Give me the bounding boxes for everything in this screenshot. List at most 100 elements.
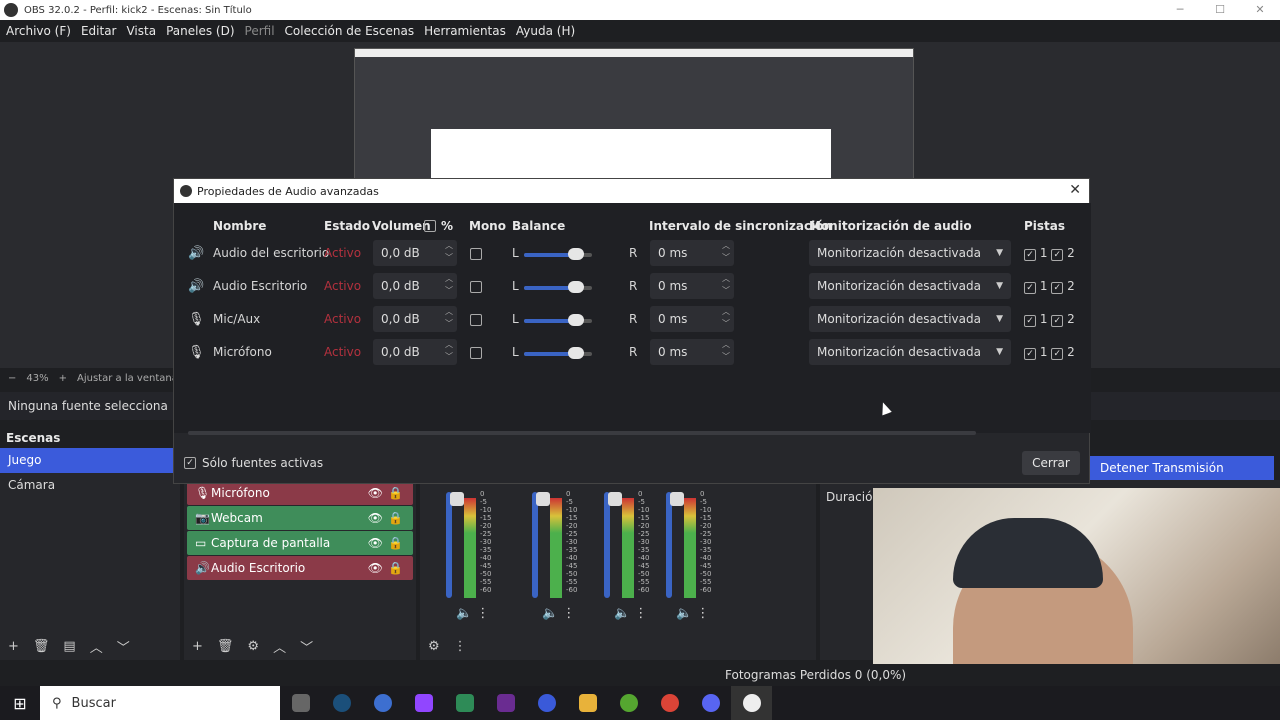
vivaldi-icon[interactable] (526, 686, 567, 720)
horizontal-scrollbar[interactable] (188, 431, 976, 435)
track-checkbox[interactable]: ✓ (1024, 348, 1036, 360)
mono-checkbox[interactable] (470, 314, 482, 326)
eye-icon[interactable]: 👁 (368, 486, 383, 500)
move-up-icon[interactable]: ︿ (90, 637, 103, 656)
monitoring-dropdown[interactable]: Monitorización desactivada ▼ (809, 306, 1011, 332)
volume-input[interactable]: 0,0 dB ︿ ﹀ (373, 306, 457, 332)
menu-coleccion-escenas[interactable]: Colección de Escenas (285, 24, 415, 38)
maximize-icon[interactable]: ☐ (1200, 0, 1240, 20)
gear-icon[interactable]: ⚙ (247, 639, 259, 654)
balance-slider[interactable] (524, 314, 592, 326)
scene-item[interactable]: Cámara (0, 473, 180, 498)
source-item[interactable]: 🎙 Micrófono 👁 🔒 (187, 481, 413, 505)
volume-input[interactable]: 0,0 dB ︿ ﹀ (373, 339, 457, 365)
eye-icon[interactable]: 👁 (368, 561, 383, 575)
taskbar-search[interactable]: ⚲ Buscar (40, 686, 280, 720)
close-button[interactable]: Cerrar (1022, 451, 1080, 475)
track-checkbox[interactable]: ✓ (1024, 282, 1036, 294)
source-item[interactable]: 🔊 Audio Escritorio 👁 🔒 (187, 556, 413, 580)
eye-icon[interactable]: 👁 (368, 511, 383, 525)
track-checkbox[interactable]: ✓ (1051, 348, 1064, 360)
lock-icon[interactable]: 🔒 (388, 561, 403, 575)
more-icon[interactable]: ⋮ (634, 606, 647, 621)
speaker-icon[interactable]: 🔈 (676, 606, 692, 621)
monitoring-dropdown[interactable]: Monitorización desactivada ▼ (809, 273, 1011, 299)
speaker-icon[interactable]: 🔈 (614, 606, 630, 621)
scene-item[interactable]: Juego (0, 448, 180, 473)
spreadsheet-icon[interactable] (444, 686, 485, 720)
fit-window-button[interactable]: Ajustar a la ventana (77, 373, 178, 384)
menu-editar[interactable]: Editar (81, 24, 117, 38)
menu-archivo[interactable]: Archivo (F) (6, 24, 71, 38)
nzxt-icon[interactable] (485, 686, 526, 720)
source-item[interactable]: ▭ Captura de pantalla 👁 🔒 (187, 531, 413, 555)
more-icon[interactable]: ⋮ (696, 606, 709, 621)
source-item[interactable]: 📷 Webcam 👁 🔒 (187, 506, 413, 530)
trash-icon[interactable]: 🗑 (33, 639, 50, 654)
track-checkbox[interactable]: ✓ (1051, 315, 1064, 327)
menu-ayuda[interactable]: Ayuda (H) (516, 24, 575, 38)
active-only-checkbox[interactable]: ✓ (184, 457, 196, 469)
balance-slider[interactable] (524, 347, 592, 359)
volume-slider[interactable] (446, 492, 464, 598)
trash-icon[interactable]: 🗑 (217, 639, 234, 654)
chrome-icon[interactable] (649, 686, 690, 720)
active-only-toggle[interactable]: ✓ Sólo fuentes activas (184, 456, 323, 470)
volume-slider[interactable] (604, 492, 622, 598)
close-icon[interactable]: ✕ (1069, 182, 1081, 198)
track-checkbox[interactable]: ✓ (1051, 249, 1064, 261)
speaker-icon[interactable]: 🔈 (456, 606, 472, 621)
percent-checkbox[interactable] (424, 220, 436, 232)
lock-icon[interactable]: 🔒 (388, 536, 403, 550)
track-checkbox[interactable]: ✓ (1024, 315, 1036, 327)
menu-herramientas[interactable]: Herramientas (424, 24, 506, 38)
volume-slider[interactable] (666, 492, 684, 598)
monitoring-dropdown[interactable]: Monitorización desactivada ▼ (809, 240, 1011, 266)
discord-icon[interactable] (690, 686, 731, 720)
volume-input[interactable]: 0,0 dB ︿ ﹀ (373, 240, 457, 266)
lock-icon[interactable]: 🔒 (388, 486, 403, 500)
mono-checkbox[interactable] (470, 281, 482, 293)
gear-icon[interactable]: ⚙ (428, 639, 440, 654)
track-checkbox[interactable]: ✓ (1024, 249, 1036, 261)
mono-checkbox[interactable] (470, 248, 482, 260)
filter-icon[interactable]: ▤ (63, 639, 75, 654)
steam-icon[interactable] (321, 686, 362, 720)
add-icon[interactable]: + (192, 639, 203, 654)
monitoring-dropdown[interactable]: Monitorización desactivada ▼ (809, 339, 1011, 365)
more-icon[interactable]: ⋮ (476, 606, 489, 621)
eye-icon[interactable]: 👁 (368, 536, 383, 550)
speaker-icon[interactable]: 🔈 (542, 606, 558, 621)
sync-offset-input[interactable]: 0 ms ︿ ﹀ (650, 240, 734, 266)
task-view-icon[interactable] (280, 686, 321, 720)
move-down-icon[interactable]: ﹀ (300, 637, 313, 656)
volume-input[interactable]: 0,0 dB ︿ ﹀ (373, 273, 457, 299)
menu-paneles[interactable]: Paneles (D) (166, 24, 234, 38)
sync-offset-input[interactable]: 0 ms ︿ ﹀ (650, 306, 734, 332)
windows-start-icon[interactable]: ⊞ (0, 694, 40, 713)
balance-slider[interactable] (524, 281, 592, 293)
volume-slider[interactable] (532, 492, 550, 598)
more-icon[interactable]: ⋮ (454, 639, 467, 654)
twitch-icon[interactable] (403, 686, 444, 720)
zoom-out-button[interactable]: − (8, 373, 16, 384)
stop-streaming-button[interactable]: Detener Transmisión (1090, 456, 1274, 480)
add-icon[interactable]: + (8, 639, 19, 654)
move-down-icon[interactable]: ﹀ (117, 637, 130, 656)
utorrent-icon[interactable] (608, 686, 649, 720)
menu-perfil[interactable]: Perfil (245, 24, 275, 38)
sync-offset-input[interactable]: 0 ms ︿ ﹀ (650, 273, 734, 299)
menu-vista[interactable]: Vista (126, 24, 156, 38)
balance-slider[interactable] (524, 248, 592, 260)
obs-taskbar-icon[interactable] (731, 686, 772, 720)
sync-offset-input[interactable]: 0 ms ︿ ﹀ (650, 339, 734, 365)
zoom-in-button[interactable]: + (59, 373, 67, 384)
browser-icon[interactable] (362, 686, 403, 720)
move-up-icon[interactable]: ︿ (273, 637, 286, 656)
minimize-icon[interactable]: ─ (1160, 0, 1200, 20)
track-checkbox[interactable]: ✓ (1051, 282, 1064, 294)
mono-checkbox[interactable] (470, 347, 482, 359)
more-icon[interactable]: ⋮ (562, 606, 575, 621)
lock-icon[interactable]: 🔒 (388, 511, 403, 525)
folder-icon[interactable] (567, 686, 608, 720)
